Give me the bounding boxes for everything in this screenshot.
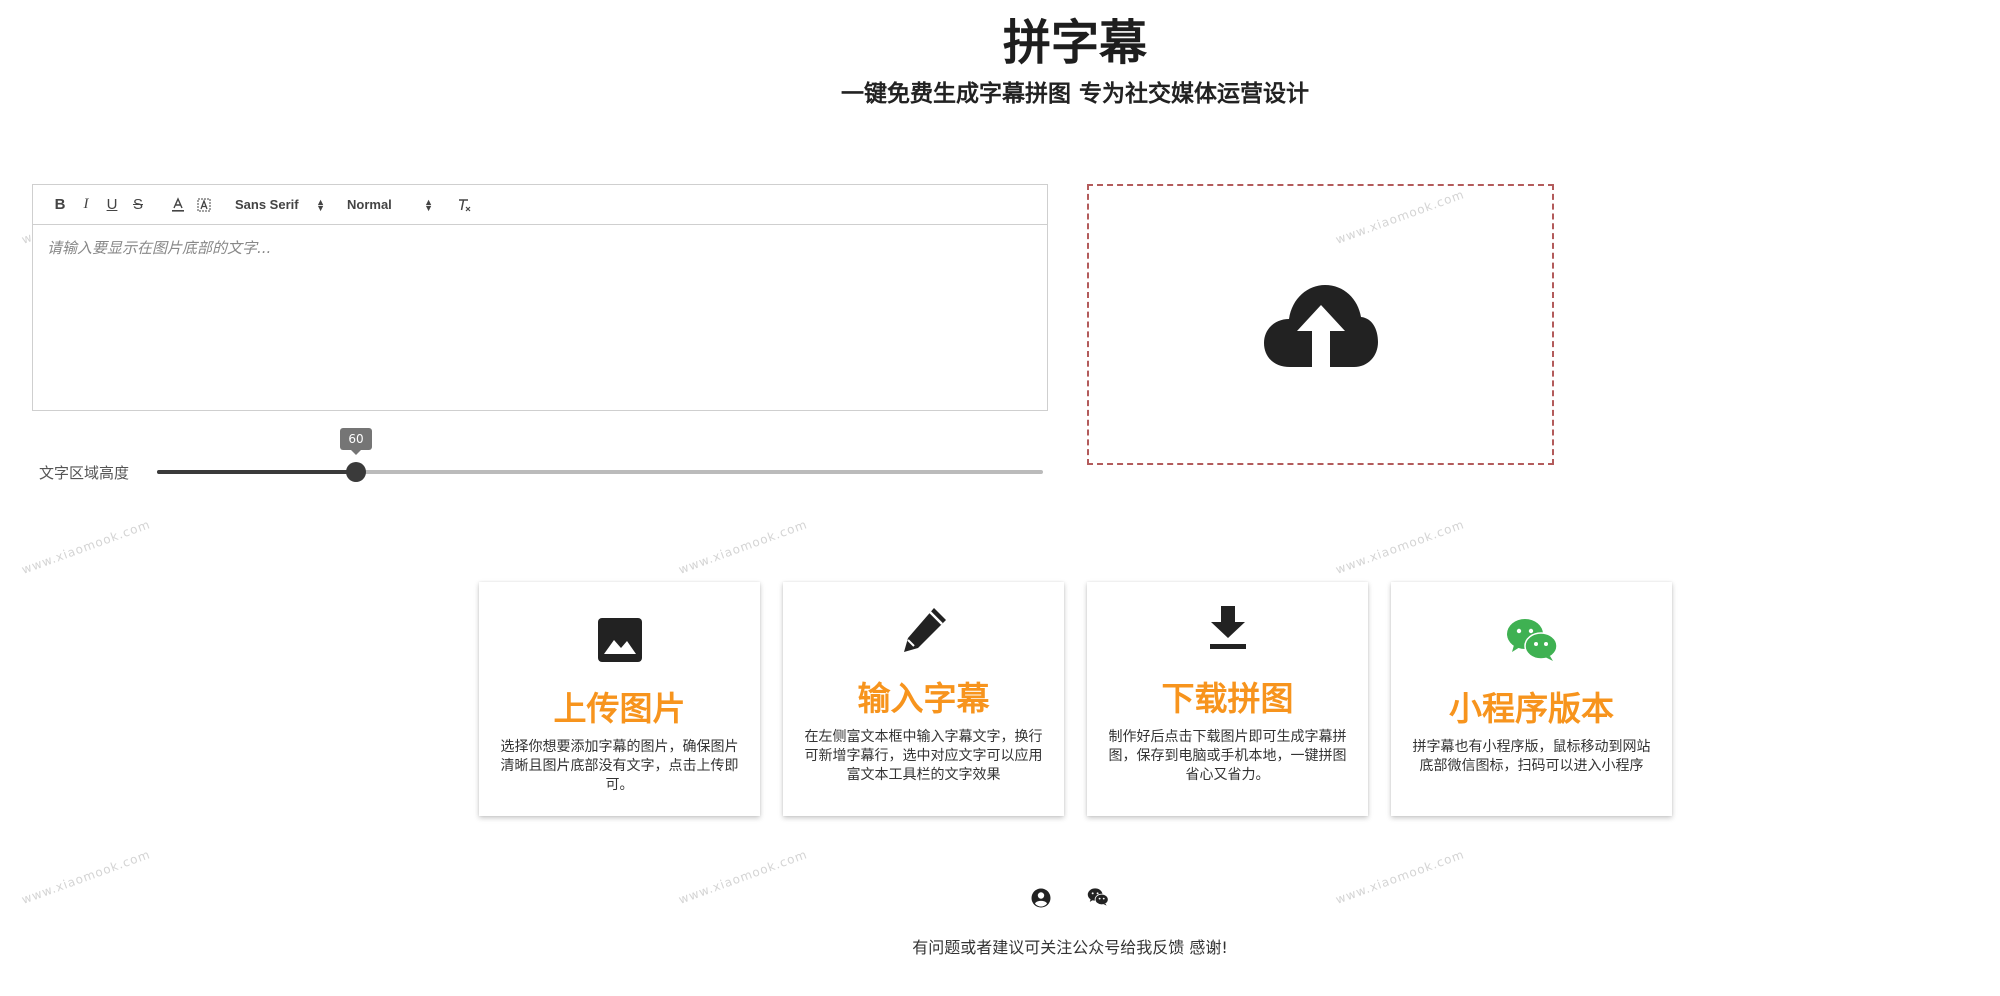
text-height-slider[interactable]: 60 (157, 428, 1043, 482)
watermark: www.xiaomook.com (676, 847, 810, 907)
watermark: www.xiaomook.com (19, 847, 153, 907)
clear-format-icon (459, 198, 471, 211)
editor-placeholder: 请输入要显示在图片底部的文字... (47, 239, 272, 257)
slider-fill (157, 470, 356, 474)
text-color-icon (172, 196, 184, 212)
pencil-icon (903, 608, 946, 652)
card-title: 下载拼图 (1161, 679, 1294, 718)
card-description: 拼字幕也有小程序版，鼠标移动到网站底部微信图标，扫码可以进入小程序 (1412, 739, 1651, 774)
watermark: www.xiaomook.com (676, 517, 810, 577)
font-family-value: Sans Serif (235, 197, 299, 212)
bold-button[interactable]: B (47, 193, 73, 217)
editor-toolbar: B I U S Sans Serif ▲ ▼ Normal ▲ ▼ (33, 185, 1047, 225)
card-description: 制作好后点击下载图片即可生成字幕拼图，保存到电脑或手机本地，一键拼图省心又省力。 (1108, 729, 1347, 783)
strikethrough-button[interactable]: S (125, 193, 151, 217)
account-circle-icon[interactable] (1031, 888, 1051, 908)
slider-value-tooltip: 60 (340, 428, 372, 455)
step-card-miniprogram: 小程序版本 拼字幕也有小程序版，鼠标移动到网站底部微信图标，扫码可以进入小程序 (1391, 582, 1672, 816)
step-card-upload: 上传图片 选择你想要添加字幕的图片，确保图片清晰且图片底部没有文字，点击上传即可… (479, 582, 760, 816)
font-family-select[interactable]: Sans Serif ▲ ▼ (231, 197, 329, 212)
subtitle-editor: B I U S Sans Serif ▲ ▼ Normal ▲ ▼ 请输入要显示… (32, 184, 1048, 411)
card-title: 上传图片 (553, 689, 686, 728)
card-description: 选择你想要添加字幕的图片，确保图片清晰且图片底部没有文字，点击上传即可。 (500, 739, 739, 793)
font-size-value: Normal (347, 197, 392, 212)
page-title: 拼字幕 (1002, 15, 1147, 71)
card-description: 在左侧富文本框中输入字幕文字，换行可新增字幕行，选中对应文字可以应用富文本工具栏… (804, 729, 1043, 783)
page-header: 拼字幕 一键免费生成字幕拼图 专为社交媒体运营设计 (0, 14, 2000, 108)
footer-icons (1031, 888, 1109, 908)
wechat-icon (1506, 619, 1558, 661)
download-icon (1209, 606, 1246, 649)
font-size-select[interactable]: Normal ▲ ▼ (343, 197, 437, 212)
text-height-label: 文字区域高度 (39, 464, 130, 482)
select-arrows-icon: ▲ ▼ (316, 196, 325, 213)
card-title: 输入字幕 (857, 679, 990, 718)
step-card-download: 下载拼图 制作好后点击下载图片即可生成字幕拼图，保存到电脑或手机本地，一键拼图省… (1087, 582, 1368, 816)
clear-format-button[interactable] (451, 193, 477, 217)
italic-button[interactable]: I (73, 193, 99, 217)
step-card-input: 输入字幕 在左侧富文本框中输入字幕文字，换行可新增字幕行，选中对应文字可以应用富… (783, 582, 1064, 816)
image-icon (597, 618, 642, 662)
page-subtitle: 一键免费生成字幕拼图 专为社交媒体运营设计 (840, 81, 1309, 107)
background-color-button[interactable] (191, 193, 217, 217)
underline-button[interactable]: U (99, 193, 125, 217)
watermark: www.xiaomook.com (19, 517, 153, 577)
background-color-icon (197, 198, 211, 211)
image-upload-dropzone[interactable] (1087, 184, 1554, 465)
card-title: 小程序版本 (1449, 689, 1614, 728)
editor-input[interactable]: 请输入要显示在图片底部的文字... (33, 225, 1047, 395)
text-color-button[interactable] (165, 193, 191, 217)
footer-feedback-text: 有问题或者建议可关注公众号给我反馈 感谢! (912, 938, 1228, 957)
select-arrows-icon: ▲ ▼ (424, 196, 433, 213)
cloud-upload-icon (1263, 284, 1378, 367)
watermark: www.xiaomook.com (1333, 517, 1467, 577)
watermark: www.xiaomook.com (1333, 847, 1467, 907)
wechat-icon[interactable] (1087, 888, 1109, 906)
slider-thumb[interactable] (346, 462, 366, 482)
